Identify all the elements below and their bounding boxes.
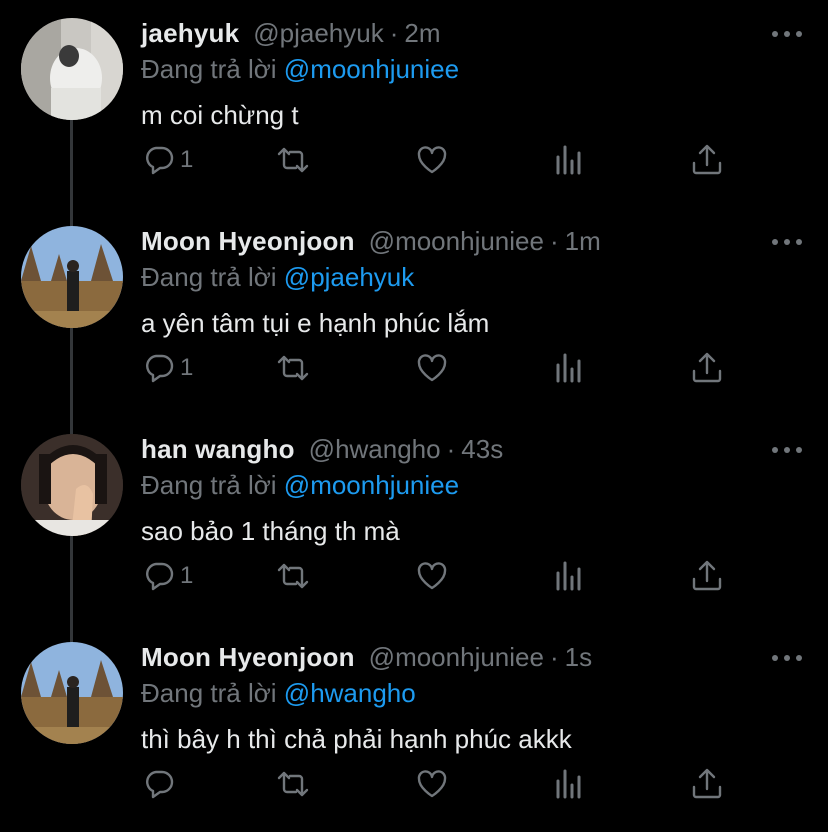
replying-prefix: Đang trả lời <box>141 54 277 84</box>
replying-to: Đang trả lời @moonhjuniee <box>141 52 459 86</box>
replying-to: Đang trả lời @hwangho <box>141 676 416 710</box>
display-name[interactable]: jaehyuk <box>141 16 239 50</box>
timestamp[interactable]: 1s <box>565 640 592 674</box>
user-handle[interactable]: @moonhjuniee <box>369 640 544 674</box>
tweet-text: a yên tâm tụi e hạnh phúc lắm <box>141 308 490 338</box>
reply-icon <box>146 770 174 799</box>
timestamp[interactable]: 2m <box>404 16 440 50</box>
user-handle[interactable]: @pjaehyuk <box>253 16 383 50</box>
like-button[interactable] <box>415 556 449 596</box>
separator-dot: · <box>549 642 559 672</box>
user-handle[interactable]: @hwangho <box>309 432 441 466</box>
avatar[interactable] <box>21 18 123 120</box>
avatar[interactable] <box>21 226 123 328</box>
reply-icon <box>146 354 174 383</box>
mention-link[interactable]: @moonhjuniee <box>284 470 459 500</box>
separator-dot: · <box>446 434 456 464</box>
more-options-icon[interactable] <box>772 444 802 456</box>
avatar-image <box>21 434 123 536</box>
retweet-button[interactable] <box>276 140 310 180</box>
share-icon <box>692 560 722 591</box>
action-bar: 1 <box>0 140 828 180</box>
tweet-text: sao bảo 1 tháng th mà <box>141 516 400 546</box>
analytics-icon <box>556 353 581 383</box>
analytics-button[interactable] <box>553 348 587 388</box>
retweet-button[interactable] <box>276 764 310 804</box>
tweet-text: thì bây h thì chả phải hạnh phúc akkk <box>141 724 572 754</box>
like-button[interactable] <box>415 764 449 804</box>
share-button[interactable] <box>690 556 724 596</box>
reply-button[interactable]: 1 <box>142 348 193 388</box>
timestamp[interactable]: 43s <box>461 432 503 466</box>
heart-icon <box>417 354 447 382</box>
avatar-image <box>21 226 123 328</box>
retweet-icon <box>277 147 309 173</box>
retweet-icon <box>277 355 309 381</box>
action-bar: 1 <box>0 348 828 388</box>
tweet[interactable]: Moon Hyeonjoon @moonhjuniee · 1m Đang tr… <box>0 208 828 416</box>
heart-icon <box>417 562 447 590</box>
reply-icon <box>146 562 174 591</box>
reply-count: 1 <box>180 354 194 381</box>
action-bar: 1 <box>0 556 828 596</box>
heart-icon <box>417 146 447 174</box>
tweet[interactable]: jaehyuk @pjaehyuk · 2m Đang trả lời @moo… <box>0 0 828 208</box>
share-icon <box>692 144 722 175</box>
display-name[interactable]: Moon Hyeonjoon <box>141 224 355 258</box>
reply-button[interactable]: 1 <box>142 556 193 596</box>
separator-dot: · <box>549 226 559 256</box>
replying-to: Đang trả lời @pjaehyuk <box>141 260 414 294</box>
reply-count: 1 <box>180 562 194 589</box>
tweet[interactable]: Moon Hyeonjoon @moonhjuniee · 1s Đang tr… <box>0 624 828 832</box>
more-options-icon[interactable] <box>772 28 802 40</box>
user-handle[interactable]: @moonhjuniee <box>369 224 544 258</box>
like-button[interactable] <box>415 348 449 388</box>
avatar[interactable] <box>21 642 123 744</box>
share-button[interactable] <box>690 348 724 388</box>
share-button[interactable] <box>690 140 724 180</box>
analytics-icon <box>556 145 581 175</box>
avatar[interactable] <box>21 434 123 536</box>
replying-to: Đang trả lời @moonhjuniee <box>141 468 459 502</box>
mention-link[interactable]: @pjaehyuk <box>284 262 414 292</box>
replying-prefix: Đang trả lời <box>141 470 277 500</box>
heart-icon <box>417 770 447 798</box>
reply-button[interactable]: 1 <box>142 140 193 180</box>
avatar-image <box>21 642 123 744</box>
retweet-icon <box>277 563 309 589</box>
retweet-button[interactable] <box>276 556 310 596</box>
separator-dot: · <box>389 18 399 48</box>
analytics-button[interactable] <box>553 764 587 804</box>
analytics-icon <box>556 561 581 591</box>
tweet[interactable]: han wangho @hwangho · 43s Đang trả lời @… <box>0 416 828 624</box>
like-button[interactable] <box>415 140 449 180</box>
action-bar <box>0 764 828 804</box>
share-icon <box>692 768 722 799</box>
reply-count: 1 <box>180 146 194 173</box>
more-options-icon[interactable] <box>772 652 802 664</box>
retweet-icon <box>277 771 309 797</box>
more-options-icon[interactable] <box>772 236 802 248</box>
analytics-icon <box>556 769 581 799</box>
analytics-button[interactable] <box>553 556 587 596</box>
avatar-image <box>21 18 123 120</box>
share-button[interactable] <box>690 764 724 804</box>
reply-icon <box>146 146 174 175</box>
retweet-button[interactable] <box>276 348 310 388</box>
mention-link[interactable]: @moonhjuniee <box>284 54 459 84</box>
analytics-button[interactable] <box>553 140 587 180</box>
tweet-text: m coi chừng t <box>141 100 299 130</box>
reply-button[interactable] <box>142 764 180 804</box>
timestamp[interactable]: 1m <box>565 224 601 258</box>
mention-link[interactable]: @hwangho <box>284 678 416 708</box>
display-name[interactable]: Moon Hyeonjoon <box>141 640 355 674</box>
replying-prefix: Đang trả lời <box>141 678 277 708</box>
display-name[interactable]: han wangho <box>141 432 295 466</box>
share-icon <box>692 352 722 383</box>
replying-prefix: Đang trả lời <box>141 262 277 292</box>
